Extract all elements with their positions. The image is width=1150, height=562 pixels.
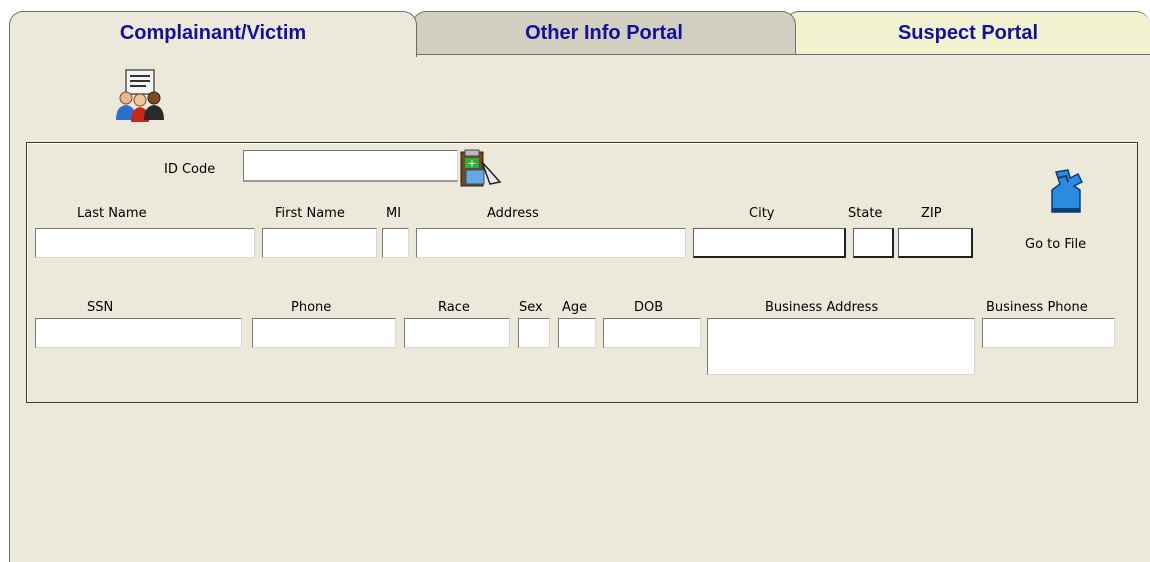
zip-input[interactable] [898, 228, 973, 258]
business-phone-input[interactable] [982, 318, 1115, 348]
address-input[interactable] [416, 228, 686, 258]
tab-suspect-portal[interactable]: Suspect Portal [785, 11, 1150, 55]
people-report-icon[interactable] [112, 68, 168, 124]
ssn-label: SSN [87, 300, 114, 315]
dob-label: DOB [634, 300, 664, 315]
mi-input[interactable] [382, 228, 409, 258]
business-address-label: Business Address [765, 300, 879, 315]
first-name-label: First Name [275, 206, 345, 221]
mi-label: MI [386, 206, 402, 221]
tab-other-info-portal[interactable]: Other Info Portal [412, 11, 796, 55]
blue-hand-file-icon[interactable] [1042, 168, 1090, 216]
city-input[interactable] [693, 228, 846, 258]
phone-input[interactable] [252, 318, 396, 348]
sex-label: Sex [519, 300, 543, 315]
business-phone-label: Business Phone [986, 300, 1088, 315]
dob-input[interactable] [603, 318, 701, 348]
last-name-input[interactable] [35, 228, 255, 258]
tab-complainant-victim[interactable]: Complainant/Victim [9, 11, 417, 57]
phone-label: Phone [291, 300, 332, 315]
age-label: Age [562, 300, 588, 315]
last-name-label: Last Name [77, 206, 147, 221]
sex-input[interactable] [518, 318, 550, 348]
state-label: State [848, 206, 883, 221]
svg-text:+: + [467, 157, 476, 170]
city-label: City [749, 206, 775, 221]
state-input[interactable] [853, 228, 894, 258]
zip-label: ZIP [921, 206, 942, 221]
id-code-input[interactable] [243, 150, 458, 182]
first-name-input[interactable] [262, 228, 377, 258]
race-input[interactable] [404, 318, 510, 348]
clipboard-lookup-icon[interactable]: + [460, 148, 504, 188]
go-to-file-label[interactable]: Go to File [1025, 237, 1086, 252]
age-input[interactable] [558, 318, 596, 348]
address-label: Address [487, 206, 539, 221]
business-address-input[interactable] [707, 318, 975, 375]
ssn-input[interactable] [35, 318, 242, 348]
id-code-label: ID Code [164, 162, 216, 177]
race-label: Race [438, 300, 470, 315]
